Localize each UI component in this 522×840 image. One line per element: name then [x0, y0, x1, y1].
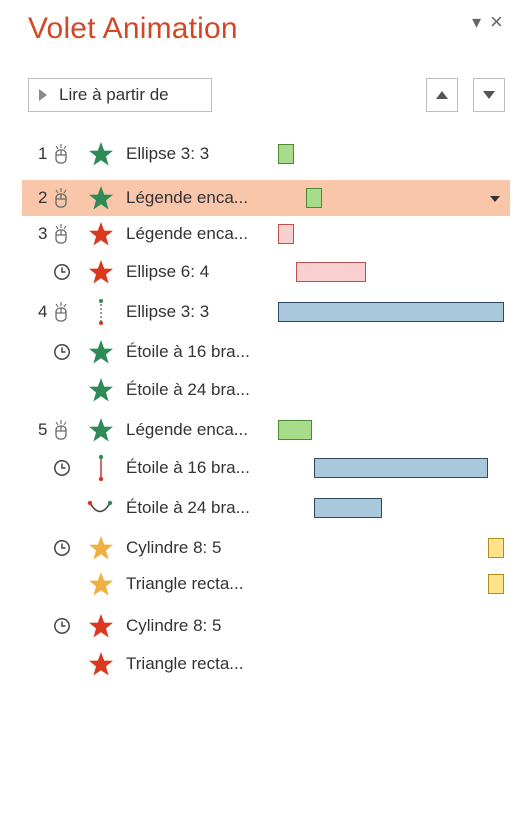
animation-target-name: Légende enca... [126, 188, 248, 207]
star-effect-icon [89, 614, 113, 638]
star-effect-icon [89, 222, 113, 246]
animation-target-name: Légende enca... [126, 224, 248, 243]
animation-pane: Volet Animation ▾ × Lire à partir de 1 El… [0, 0, 522, 840]
animation-row[interactable]: Cylindre 8: 5 [22, 530, 510, 566]
mouse-click-icon [55, 224, 67, 244]
arrow-up-icon [436, 91, 448, 99]
star-effect-icon [89, 536, 113, 560]
animation-target-name: Ellipse 6: 4 [126, 262, 210, 281]
clock-icon [54, 618, 70, 634]
animation-order-number: 4 [38, 302, 48, 321]
clock-icon [54, 540, 70, 556]
animation-row[interactable]: Étoile à 16 bra... [22, 450, 510, 486]
animation-row[interactable]: 3 Légende enca... [22, 216, 510, 252]
star-effect-icon [89, 378, 113, 402]
animation-target-name: Ellipse 3: 3 [126, 144, 210, 163]
timing-bar[interactable] [278, 224, 294, 244]
clock-icon [54, 264, 70, 280]
animation-target-name: Étoile à 16 bra... [126, 342, 250, 361]
star-effect-icon [89, 142, 113, 166]
animation-row[interactable]: 1 Ellipse 3: 3 [22, 136, 510, 172]
animation-order-number: 5 [38, 420, 48, 439]
star-effect-icon [89, 652, 113, 676]
mouse-click-icon [55, 188, 67, 208]
motion-path-icon [99, 299, 103, 325]
play-icon [39, 89, 47, 101]
star-effect-icon [89, 186, 113, 210]
animation-row[interactable]: Étoile à 16 bra... [22, 334, 510, 370]
pane-title: Volet Animation [28, 12, 238, 45]
animation-row[interactable]: 4 Ellipse 3: 3 [22, 294, 510, 330]
animation-row[interactable]: Cylindre 8: 5 [22, 608, 510, 644]
animation-target-name: Ellipse 3: 3 [126, 302, 210, 321]
animation-target-name: Cylindre 8: 5 [126, 616, 222, 635]
animation-target-name: Étoile à 16 bra... [126, 458, 250, 477]
animation-target-name: Légende enca... [126, 420, 248, 439]
mouse-click-icon [55, 420, 67, 440]
animation-target-name: Cylindre 8: 5 [126, 538, 222, 557]
timing-bar[interactable] [278, 302, 504, 322]
star-effect-icon [89, 340, 113, 364]
timing-bar[interactable] [306, 188, 322, 208]
animation-target-name: Étoile à 24 bra... [126, 380, 250, 399]
chevron-down-icon[interactable] [490, 196, 500, 202]
timing-bar[interactable] [488, 538, 504, 558]
timing-bar[interactable] [296, 262, 366, 282]
animation-target-name: Étoile à 24 bra... [126, 498, 250, 517]
animation-order-number: 2 [38, 188, 48, 207]
star-effect-icon [89, 260, 113, 284]
timing-bar[interactable] [278, 420, 312, 440]
timing-bar[interactable] [314, 498, 382, 518]
arrow-down-icon [483, 91, 495, 99]
timing-bar[interactable] [278, 144, 294, 164]
play-from-label: Lire à partir de [59, 85, 169, 104]
close-icon[interactable]: × [490, 9, 503, 35]
animation-target-name: Triangle recta... [126, 574, 244, 593]
timing-bar[interactable] [488, 574, 504, 594]
animation-row[interactable]: 5 Légende enca... [22, 412, 510, 448]
animation-row[interactable]: Ellipse 6: 4 [22, 254, 510, 290]
animation-target-name: Triangle recta... [126, 654, 244, 673]
star-effect-icon [89, 572, 113, 596]
mouse-click-icon [55, 144, 67, 164]
mouse-click-icon [55, 302, 67, 322]
clock-icon [54, 460, 70, 476]
animation-row[interactable]: Triangle recta... [22, 566, 510, 602]
motion-arc-icon [87, 500, 113, 513]
play-from-button[interactable]: Lire à partir de [28, 78, 212, 112]
motion-path-icon [98, 454, 104, 482]
timing-bar[interactable] [314, 458, 488, 478]
animation-row[interactable]: Étoile à 24 bra... [22, 372, 510, 408]
animation-row[interactable]: Triangle recta... [22, 646, 510, 682]
move-down-button[interactable] [473, 78, 505, 112]
move-up-button[interactable] [426, 78, 458, 112]
star-effect-icon [89, 418, 113, 442]
animation-row[interactable]: Étoile à 24 bra... [22, 490, 510, 526]
pane-options-icon[interactable]: ▾ [472, 12, 481, 33]
clock-icon [54, 344, 70, 360]
animation-order-number: 1 [38, 144, 48, 163]
animation-order-number: 3 [38, 224, 48, 243]
animation-row[interactable]: 2 Légende enca... [22, 180, 510, 216]
